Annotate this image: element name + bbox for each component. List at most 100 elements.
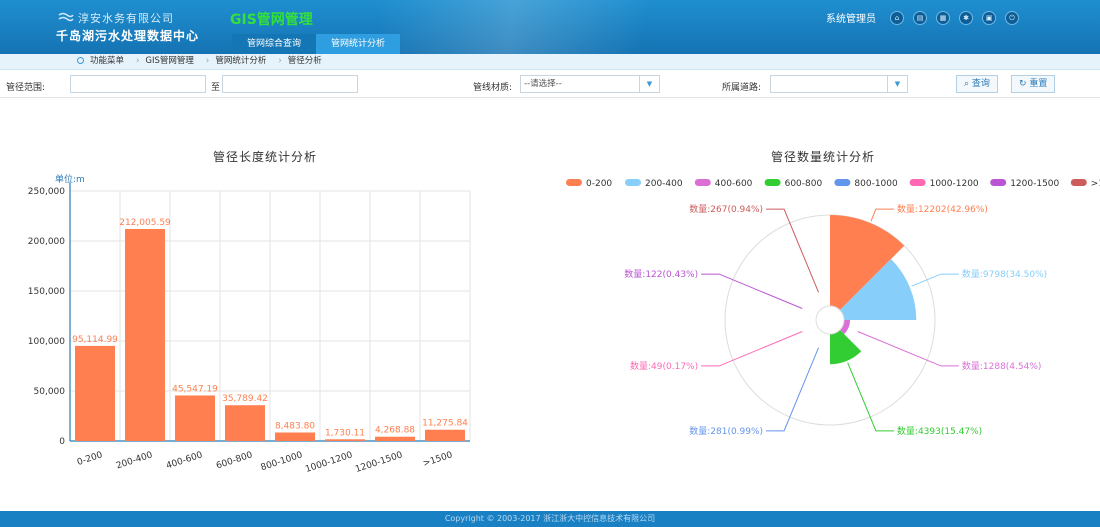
rose-leader-line	[870, 208, 894, 222]
x-tick-label: 1000-1200	[304, 450, 354, 475]
breadcrumb-separator-icon: ›	[205, 56, 210, 66]
legend-swatch	[834, 179, 851, 186]
settings-icon[interactable]: ✱	[959, 10, 973, 25]
home-icon[interactable]: ⌂	[890, 10, 904, 25]
breadcrumb-item[interactable]: GIS管网管理	[145, 56, 194, 66]
bar-value-label: 11,275.84	[422, 419, 468, 429]
bar	[375, 436, 415, 441]
material-label: 管线材质:	[473, 83, 513, 93]
chevron-down-icon[interactable]: ▼	[887, 76, 907, 92]
legend-label: 600-800	[785, 179, 823, 189]
breadcrumb-item[interactable]: 管网统计分析	[215, 56, 266, 66]
rose-chart: 0-200 200-400 400-600 600-800 800-1000 1000-1…	[566, 179, 1100, 437]
legend-swatch	[990, 179, 1007, 186]
breadcrumb-separator-icon: ›	[278, 56, 282, 66]
breadcrumb-separator-icon: ›	[136, 56, 140, 66]
app-window: 淳安水务有限公司 千岛湖污水处理数据中心 GIS管网管理 管网综合查询 管网统计…	[0, 0, 1100, 527]
company-name: 淳安水务有限公司	[78, 12, 174, 25]
legend-label: >1500	[1091, 179, 1100, 189]
x-tick-label: 800-1000	[260, 450, 305, 473]
breadcrumb: 功能菜单 › GIS管网管理 › 管网统计分析 › 管径分析	[0, 54, 1100, 70]
user-name[interactable]: 系统管理员	[826, 10, 876, 25]
grid-icon[interactable]: ▦	[936, 10, 950, 25]
bar-value-label: 95,114.99	[72, 335, 118, 345]
rose-leader-line	[911, 273, 959, 287]
road-select[interactable]: ▼	[770, 75, 908, 93]
rose-slice-label: 数量:49(0.17%)	[630, 360, 698, 372]
data-center-title: 千岛湖污水处理数据中心	[56, 29, 200, 43]
top-header: 淳安水务有限公司 千岛湖污水处理数据中心 GIS管网管理 管网综合查询 管网统计…	[0, 0, 1100, 54]
x-tick-label: 600-800	[215, 450, 254, 471]
bar-value-label: 4,268.88	[375, 426, 415, 436]
rose-leader-line	[701, 331, 803, 367]
rose-leader-line	[847, 362, 894, 432]
query-button-label: 查询	[971, 79, 990, 89]
x-tick-label: 0-200	[76, 450, 104, 468]
bar	[225, 405, 265, 441]
bar	[125, 228, 165, 441]
breadcrumb-item[interactable]: 功能菜单	[90, 56, 124, 66]
bar-value-label: 1,730.11	[325, 428, 365, 438]
company-logo-icon	[58, 12, 74, 22]
y-axis-unit-label: 单位:m	[55, 173, 85, 185]
pie-chart-title: 管径数量统计分析	[771, 150, 876, 164]
y-tick-label: 200,000	[28, 237, 65, 247]
bar	[75, 345, 115, 441]
y-tick-label: 100,000	[28, 337, 65, 347]
rose-slice-label: 数量:12202(42.96%)	[897, 203, 988, 215]
location-icon	[77, 57, 84, 64]
y-tick-label: 0	[59, 437, 65, 447]
bar-value-label: 212,005.59	[119, 218, 171, 228]
bar-value-label: 45,547.19	[172, 384, 218, 394]
x-tick-label: 200-400	[115, 450, 154, 471]
chevron-down-icon[interactable]: ▼	[639, 76, 659, 92]
bar-chart-title: 管径长度统计分析	[213, 150, 318, 164]
query-button[interactable]: ⌕ 查询	[956, 75, 998, 93]
rose-slice-label: 数量:267(0.94%)	[689, 203, 763, 215]
bar	[275, 432, 315, 441]
message-icon[interactable]: ▤	[913, 10, 927, 25]
header-shine	[380, 0, 710, 54]
legend-swatch	[625, 179, 641, 186]
reset-button[interactable]: ↻ 重置	[1011, 75, 1056, 93]
rose-center-hole	[815, 305, 845, 335]
diameter-min-input[interactable]	[70, 75, 206, 93]
tab-pipe-query[interactable]: 管网综合查询	[232, 34, 317, 54]
filter-bar: 管径范围: 至 管线材质: --请选择-- ▼ 所属道路: ▼ ⌕ 查询 ↻ 重…	[0, 70, 1100, 98]
refresh-icon: ↻	[1019, 79, 1030, 89]
y-tick-label: 50,000	[34, 387, 66, 397]
rose-leader-line	[701, 273, 803, 309]
bar-chart: 0 50,000 100,000 150,000 200,000 250,000 单位:m 9…	[28, 173, 471, 475]
material-select[interactable]: --请选择-- ▼	[520, 75, 660, 93]
search-icon: ⌕	[964, 79, 972, 89]
diameter-max-input[interactable]	[222, 75, 358, 93]
legend-label: 1200-1500	[1010, 179, 1059, 189]
bar	[325, 439, 365, 441]
y-tick-label: 250,000	[28, 187, 65, 197]
road-label: 所属道路:	[722, 83, 762, 93]
lock-icon[interactable]: ▣	[982, 10, 996, 25]
x-tick-label: 1200-1500	[354, 450, 404, 475]
reset-button-label: 重置	[1029, 79, 1048, 89]
y-tick-label: 150,000	[28, 287, 65, 297]
legend-label: 1000-1200	[930, 179, 979, 189]
tab-pipe-statistics[interactable]: 管网统计分析	[316, 34, 401, 54]
user-area: 系统管理员 ⌂ ▤ ▦ ✱ ▣ ⏻	[826, 10, 1019, 25]
bar	[175, 395, 215, 441]
bar-value-label: 8,483.80	[275, 422, 315, 432]
bar-value-label: 35,789.42	[222, 394, 268, 404]
legend-swatch	[694, 179, 711, 186]
range-to-label: 至	[211, 83, 221, 93]
rose-slice-label: 数量:9798(34.50%)	[962, 268, 1047, 280]
rose-slice-label: 数量:281(0.99%)	[689, 425, 763, 437]
rose-leader-line	[857, 331, 959, 367]
footer-copyright: Copyright © 2003-2017 浙江浙大中控信息技术有限公司	[0, 511, 1100, 527]
material-select-value: --请选择--	[524, 79, 562, 89]
x-tick-label: >1500	[422, 450, 454, 469]
rose-slice-label: 数量:122(0.43%)	[624, 268, 698, 280]
rose-slice-label: 数量:1288(4.54%)	[962, 360, 1042, 372]
legend-swatch	[764, 179, 781, 186]
diameter-range-label: 管径范围:	[6, 83, 46, 93]
power-icon[interactable]: ⏻	[1005, 10, 1019, 25]
legend-swatch	[909, 179, 926, 186]
